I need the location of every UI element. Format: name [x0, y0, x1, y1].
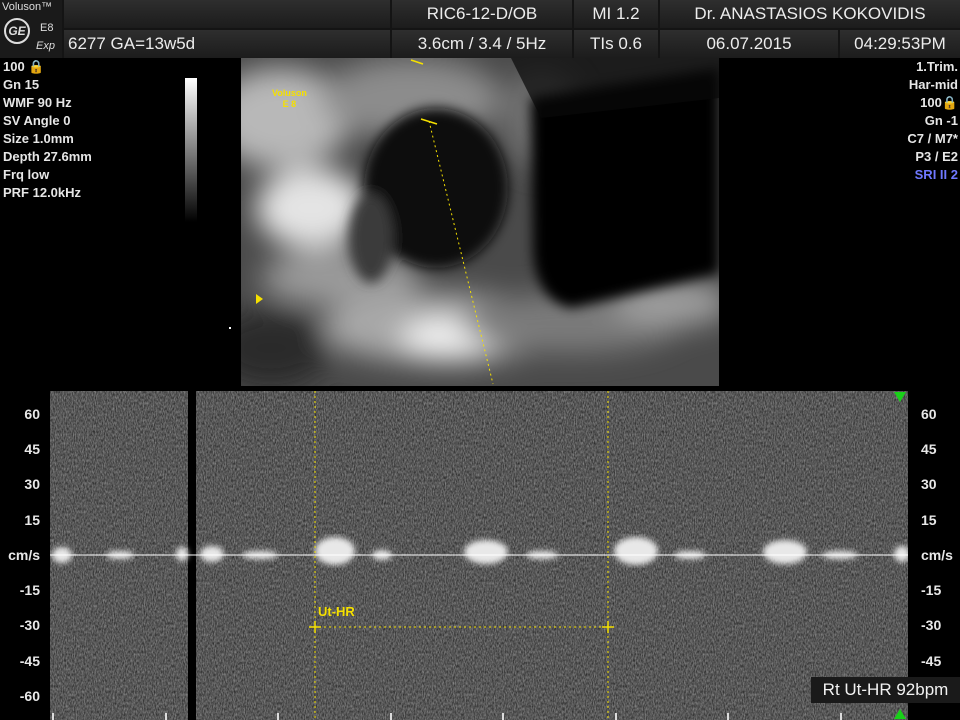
baseline-marker-top-icon[interactable] [894, 392, 906, 402]
header-bar: Voluson™ GE E8 Exp 6277 GA=13w5d RIC6-12… [0, 0, 960, 58]
brand-block: Voluson™ GE E8 Exp [0, 0, 62, 58]
scale-left-neg15: -15 [19, 582, 40, 598]
param-preset: 1.Trim. [916, 59, 958, 74]
focus-marker-icon[interactable] [256, 294, 263, 304]
scale-right-neg45: -45 [921, 653, 942, 669]
param-map: C7 / M7* [907, 131, 958, 146]
scale-right-45: 45 [921, 441, 937, 457]
scale-left-neg60: -60 [19, 688, 40, 704]
heart-rate-readout: Rt Ut-HR 92bpm [811, 677, 960, 703]
brand-name: Voluson™ [2, 1, 53, 13]
param-frequency: Frq low [3, 167, 50, 182]
param-harmonic: Har-mid [908, 77, 958, 92]
ge-logo-icon: GE [4, 18, 30, 44]
model-variant: Exp [36, 40, 55, 52]
scale-right-30: 30 [921, 476, 937, 492]
thermal-index: TIs 0.6 [574, 30, 658, 58]
doppler-spectrum [50, 391, 908, 720]
param-prf: PRF 12.0kHz [3, 185, 82, 200]
mechanical-index: MI 1.2 [574, 0, 658, 28]
param-gain: Gn 15 [3, 77, 40, 92]
param-sample-size: Size 1.0mm [3, 131, 74, 146]
scale-right-unit: cm/s [921, 547, 953, 563]
patient-info: 6277 GA=13w5d [64, 30, 390, 58]
model-name: E8 [40, 22, 54, 34]
exam-date: 06.07.2015 [660, 30, 838, 58]
left-parameter-list: 100 🔒 Gn 15 WMF 90 Hz SV Angle 0 Size 1.… [3, 58, 92, 202]
grayscale-bar [185, 78, 197, 222]
scale-left-neg30: -30 [19, 617, 40, 633]
scale-left-neg45: -45 [19, 653, 40, 669]
param-depth: Depth 27.6mm [3, 149, 92, 164]
ultrasound-b-mode-image [241, 58, 719, 386]
depth-info: 3.6cm / 3.4 / 5Hz [392, 30, 572, 58]
ultrasound-tissue-scan [241, 58, 719, 386]
param-power-right: 100🔒 [920, 95, 958, 110]
baseline-marker-bottom-icon[interactable] [894, 709, 906, 719]
header-blank-cell [64, 0, 390, 28]
scale-right-15: 15 [921, 512, 937, 528]
doppler-spectrum-trace [50, 391, 908, 720]
param-gain-right: Gn -1 [924, 113, 958, 128]
reference-dot [229, 327, 231, 329]
scale-left-30: 30 [24, 476, 40, 492]
doctor-name: Dr. ANASTASIOS KOKOVIDIS [660, 0, 960, 28]
voluson-watermark: Voluson E 8 [272, 88, 307, 109]
param-persistence: P3 / E2 [915, 149, 958, 164]
param-power: 100 🔒 [3, 59, 45, 74]
param-wall-filter: WMF 90 Hz [3, 95, 72, 110]
right-parameter-list: 1.Trim. Har-mid 100🔒 Gn -1 C7 / M7* P3 /… [907, 58, 958, 184]
scale-left-15: 15 [24, 512, 40, 528]
scale-right-60: 60 [921, 406, 937, 422]
probe-name: RIC6-12-D/OB [392, 0, 572, 28]
param-sv-angle: SV Angle 0 [3, 113, 71, 128]
scale-left-60: 60 [24, 406, 40, 422]
exam-time: 04:29:53PM [840, 30, 960, 58]
scale-left-unit: cm/s [8, 547, 40, 563]
scale-left-45: 45 [24, 441, 40, 457]
measurement-label: Ut-HR [318, 604, 355, 619]
scale-right-neg15: -15 [921, 582, 942, 598]
param-sri: SRI II 2 [914, 167, 958, 182]
scale-right-neg30: -30 [921, 617, 942, 633]
